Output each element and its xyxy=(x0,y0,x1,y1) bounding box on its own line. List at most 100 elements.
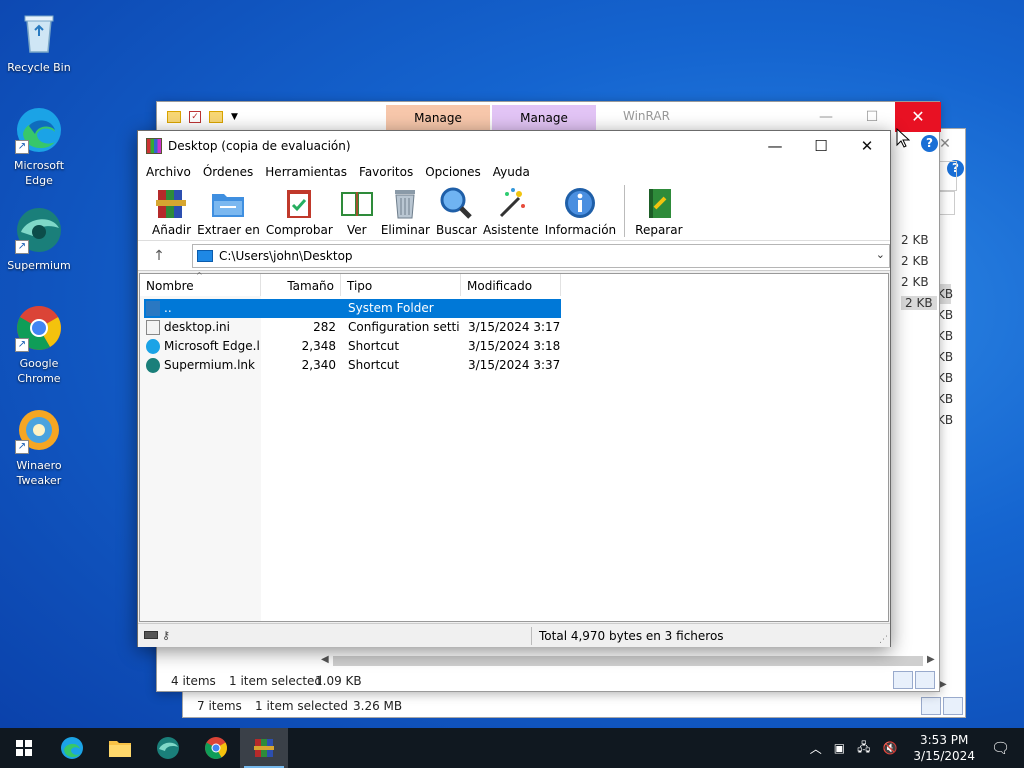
path-text: C:\Users\john\Desktop xyxy=(219,249,353,263)
clock-date: 3/15/2024 xyxy=(913,749,975,763)
parent-folder-icon xyxy=(146,301,160,316)
magic-wand-icon xyxy=(493,186,529,220)
minimize-icon[interactable]: — xyxy=(803,102,849,132)
view-toggle[interactable] xyxy=(893,671,935,689)
view-button[interactable]: Ver xyxy=(339,183,375,237)
find-button[interactable]: Buscar xyxy=(436,183,477,237)
new-folder-icon[interactable] xyxy=(209,111,223,123)
shortcut-arrow-icon: ↗ xyxy=(15,140,29,154)
file-row-parent-folder[interactable]: .. System Folder xyxy=(144,299,561,318)
desktop-icon-microsoft-edge[interactable]: ↗ Microsoft Edge xyxy=(6,106,72,188)
winrar-window[interactable]: Desktop (copia de evaluación) — ☐ ✕ Arch… xyxy=(137,130,891,647)
menu-bar: Archivo Órdenes Herramientas Favoritos O… xyxy=(138,161,890,183)
file-row-desktop-ini[interactable]: desktop.ini 282 Configuration setti... 3… xyxy=(144,318,562,337)
menu-opciones[interactable]: Opciones xyxy=(419,165,487,179)
chevron-down-icon[interactable]: ▼ xyxy=(231,112,238,122)
address-bar: ↑ C:\Users\john\Desktop ⌄ xyxy=(138,241,890,271)
status-item-count: 7 items xyxy=(197,699,242,713)
column-header-type[interactable]: Tipo xyxy=(341,274,461,296)
resize-grip-icon[interactable]: ⋰ xyxy=(879,635,888,645)
extract-to-button[interactable]: Extraer en xyxy=(197,183,260,237)
menu-ordenes[interactable]: Órdenes xyxy=(197,165,259,179)
winrar-app-icon xyxy=(146,138,162,154)
drive-status-icon[interactable] xyxy=(144,631,158,639)
details-view-icon[interactable] xyxy=(921,697,941,715)
desktop-icon-winaero-tweaker[interactable]: ↗ Winaero Tweaker xyxy=(6,406,72,488)
network-icon[interactable]: 🖧 xyxy=(857,738,870,759)
size-cell: 2 KB xyxy=(901,296,937,310)
up-arrow-icon[interactable]: ↑ xyxy=(146,248,172,264)
desktop-icon-label: Recycle Bin xyxy=(7,61,71,74)
start-button[interactable] xyxy=(0,728,48,768)
search-box-edge[interactable] xyxy=(937,161,957,191)
desktop-icon-label: Google Chrome xyxy=(17,357,61,385)
file-list[interactable]: Nombre ^ Tamaño Tipo Modificado .. Syste… xyxy=(139,271,889,622)
mouse-cursor xyxy=(896,127,911,151)
taskbar-supermium-button[interactable] xyxy=(144,728,192,768)
notifications-icon[interactable]: 🗨 xyxy=(991,739,1010,757)
info-button[interactable]: Información xyxy=(545,183,616,237)
column-header-size[interactable]: Tamaño xyxy=(261,274,341,296)
maximize-button[interactable]: ☐ xyxy=(798,131,844,161)
chrome-icon xyxy=(205,737,227,759)
view-toggle[interactable] xyxy=(921,697,963,715)
test-button[interactable]: Comprobar xyxy=(266,183,333,237)
meet-now-icon[interactable]: ▣ xyxy=(834,741,845,755)
file-row-microsoft-edge[interactable]: Microsoft Edge.l... 2,348 Shortcut 3/15/… xyxy=(144,337,562,356)
wizard-button[interactable]: Asistente xyxy=(483,183,539,237)
properties-icon[interactable]: ✓ xyxy=(189,111,201,123)
tab-manage-application[interactable]: Manage xyxy=(492,105,596,132)
scroll-left-icon[interactable]: ◀ xyxy=(321,654,329,665)
minimize-button[interactable]: — xyxy=(752,131,798,161)
chevron-down-icon[interactable]: ⌄ xyxy=(876,248,885,261)
add-button[interactable]: Añadir xyxy=(152,183,191,237)
menu-herramientas[interactable]: Herramientas xyxy=(259,165,353,179)
menu-favoritos[interactable]: Favoritos xyxy=(353,165,419,179)
edge-icon: ↗ xyxy=(15,106,63,154)
scroll-right-icon[interactable]: ▶ xyxy=(927,654,935,665)
maximize-icon[interactable]: ☐ xyxy=(849,102,895,132)
title-bar[interactable]: ✓ ▼ Manage Manage WinRAR — ☐ ✕ xyxy=(157,102,941,132)
taskbar-file-explorer-button[interactable] xyxy=(96,728,144,768)
tab-manage-shortcut[interactable]: Manage xyxy=(386,105,490,132)
folder-icon xyxy=(167,111,181,123)
taskbar-winrar-button[interactable] xyxy=(240,728,288,768)
supermium-icon: ↗ xyxy=(15,206,63,254)
delete-button[interactable]: Eliminar xyxy=(381,183,430,237)
size-cell: 2 KB xyxy=(901,233,929,247)
repair-button[interactable]: Reparar xyxy=(635,183,683,237)
help-icon[interactable]: ? xyxy=(921,135,938,152)
close-button[interactable]: ✕ xyxy=(844,131,890,161)
trash-icon xyxy=(387,186,423,220)
taskbar-chrome-button[interactable] xyxy=(192,728,240,768)
file-row-supermium[interactable]: Supermium.lnk 2,340 Shortcut 3/15/2024 3… xyxy=(144,356,562,375)
desktop-icon-google-chrome[interactable]: ↗ Google Chrome xyxy=(6,304,72,386)
horizontal-scrollbar[interactable]: ◀ ▶ xyxy=(319,654,939,668)
details-view-icon[interactable] xyxy=(893,671,913,689)
system-tray: ︿ ▣ 🖧 🔇 3:53 PM 3/15/2024 🗨 xyxy=(804,728,1024,768)
desktop-icon-label: Supermium xyxy=(7,259,71,272)
large-icons-view-icon[interactable] xyxy=(915,671,935,689)
path-field[interactable]: C:\Users\john\Desktop ⌄ xyxy=(192,244,890,268)
scrollbar-thumb[interactable] xyxy=(333,656,923,666)
show-hidden-icons-icon[interactable]: ︿ xyxy=(810,740,822,757)
shortcut-arrow-icon: ↗ xyxy=(15,440,29,454)
key-icon[interactable]: ⚷ xyxy=(162,629,170,642)
clock-time: 3:53 PM xyxy=(920,733,969,747)
menu-ayuda[interactable]: Ayuda xyxy=(487,165,536,179)
sort-arrow-icon: ^ xyxy=(196,271,203,280)
menu-archivo[interactable]: Archivo xyxy=(140,165,197,179)
volume-muted-icon[interactable]: 🔇 xyxy=(882,741,897,755)
taskbar-edge-button[interactable] xyxy=(48,728,96,768)
status-selection: 1 item selected xyxy=(229,674,323,688)
desktop-icon-recycle-bin[interactable]: Recycle Bin xyxy=(6,8,72,75)
desktop-icon-supermium[interactable]: ↗ Supermium xyxy=(6,206,72,273)
quick-access-toolbar[interactable]: ✓ ▼ xyxy=(157,111,238,123)
title-bar[interactable]: Desktop (copia de evaluación) — ☐ ✕ xyxy=(138,131,890,161)
edge-icon xyxy=(61,737,83,759)
large-icons-view-icon[interactable] xyxy=(943,697,963,715)
clock[interactable]: 3:53 PM 3/15/2024 xyxy=(913,732,975,764)
column-header-modified[interactable]: Modificado xyxy=(461,274,561,296)
winrar-icon xyxy=(254,739,274,757)
desktop-icon-label: Winaero Tweaker xyxy=(16,459,62,487)
